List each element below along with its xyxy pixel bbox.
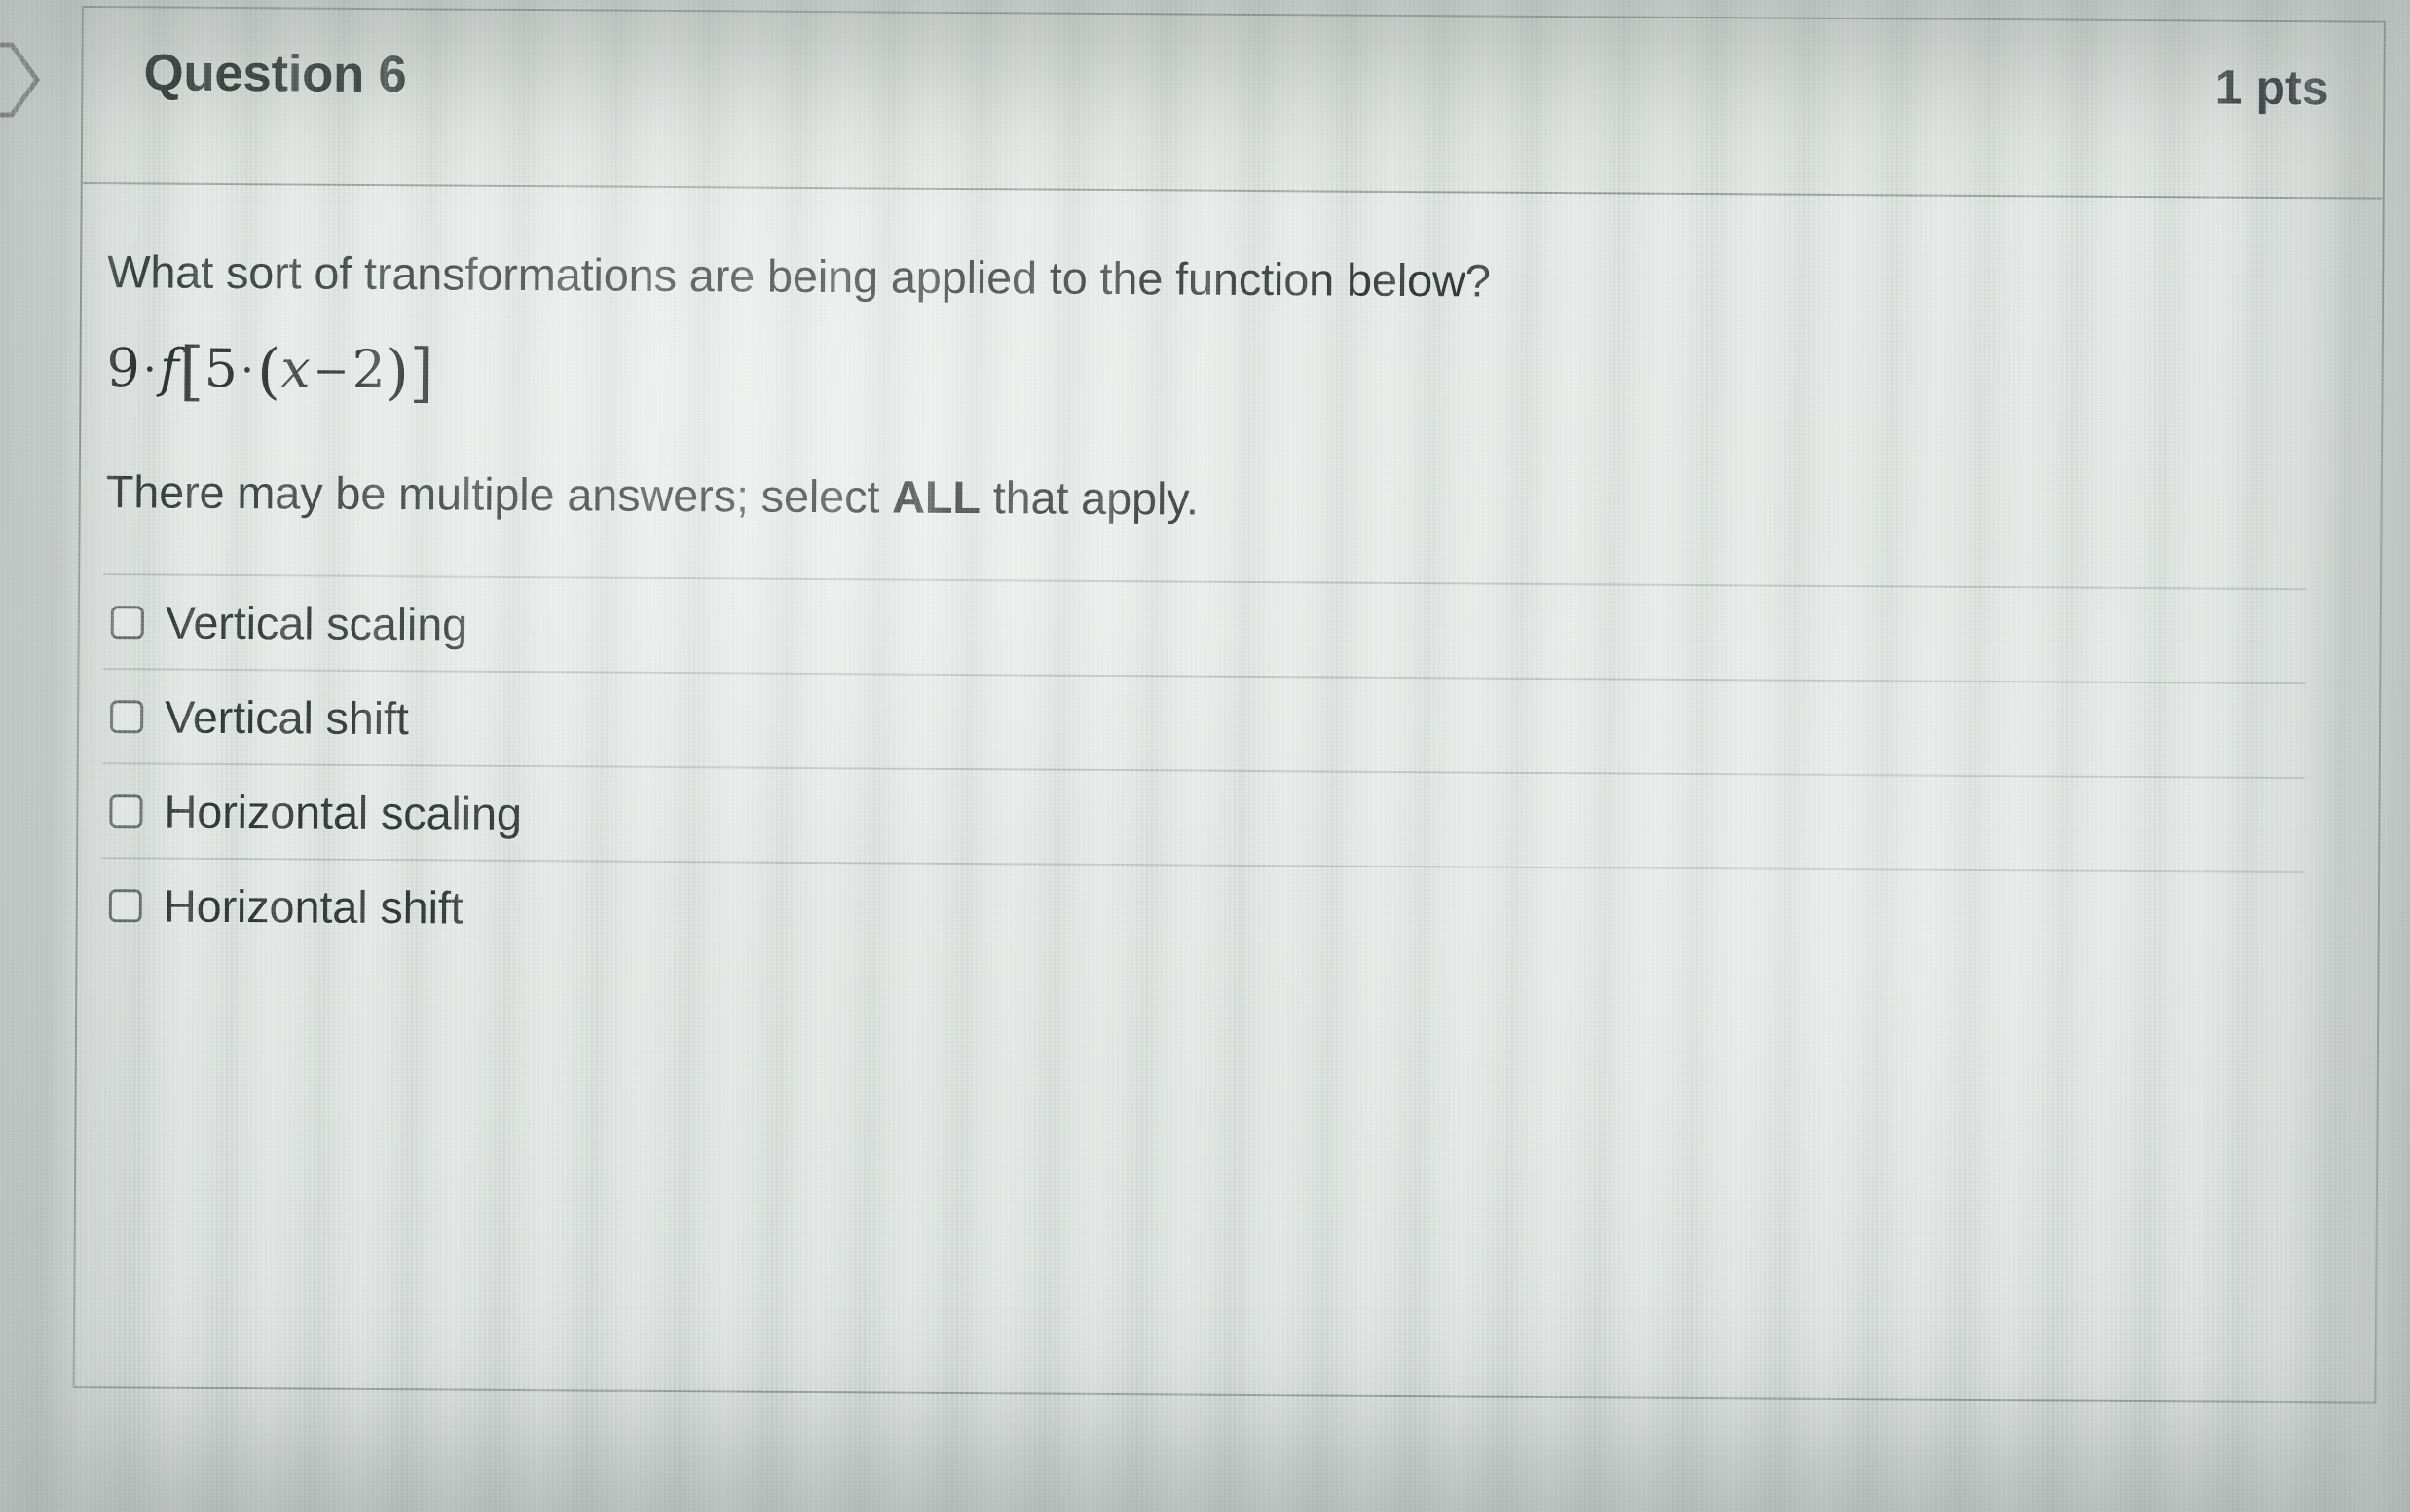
- math-dot-1: ·: [142, 345, 158, 395]
- note-prefix: There may be multiple answers; select: [105, 465, 893, 523]
- math-minus: −: [313, 346, 350, 396]
- checkbox-horizontal-scaling[interactable]: [109, 793, 143, 828]
- math-inner-coefficient: 5: [204, 337, 239, 400]
- bookmark-flag-icon[interactable]: [0, 27, 41, 132]
- select-all-note: There may be multiple answers; select AL…: [106, 464, 1200, 525]
- note-suffix: that apply.: [980, 471, 1200, 525]
- math-variable: x: [279, 338, 311, 400]
- answer-list: Vertical scaling Vertical shift Horizont…: [78, 573, 2381, 967]
- answer-label-4: Horizontal shift: [163, 879, 463, 934]
- answer-label-1: Vertical scaling: [165, 596, 468, 650]
- answer-option-1[interactable]: Vertical scaling: [102, 573, 2307, 683]
- math-bracket-close: ]: [408, 335, 435, 411]
- screen-photo: Question 6 1 pts What sort of transforma…: [0, 0, 2410, 1512]
- math-constant: 2: [352, 338, 387, 401]
- checkbox-horizontal-shift[interactable]: [108, 888, 142, 922]
- math-paren-open: (: [256, 335, 281, 407]
- question-card: Question 6 1 pts What sort of transforma…: [72, 6, 2386, 1404]
- math-expression: 9·f[5·(x−2)]: [106, 333, 435, 411]
- checkbox-vertical-scaling[interactable]: [110, 605, 144, 639]
- answer-label-3: Horizontal scaling: [164, 785, 523, 840]
- page-title: Question 6: [143, 44, 407, 104]
- checkbox-vertical-shift[interactable]: [110, 699, 144, 733]
- points-badge: 1 pts: [2214, 59, 2329, 116]
- note-emphasis: ALL: [891, 470, 982, 524]
- math-dot-2: ·: [240, 346, 255, 396]
- answer-option-2[interactable]: Vertical shift: [101, 668, 2306, 778]
- math-bracket-open: [: [178, 333, 204, 409]
- answer-option-4[interactable]: Horizontal shift: [100, 857, 2305, 967]
- math-coefficient: 9: [106, 337, 141, 399]
- answer-option-3[interactable]: Horizontal scaling: [101, 762, 2305, 872]
- math-paren-close: ): [385, 336, 410, 408]
- question-header: Question 6 1 pts: [82, 8, 2384, 200]
- math-function-name: f: [159, 337, 180, 399]
- answer-label-2: Vertical shift: [164, 690, 409, 745]
- question-prompt: What sort of transformations are being a…: [107, 245, 1491, 307]
